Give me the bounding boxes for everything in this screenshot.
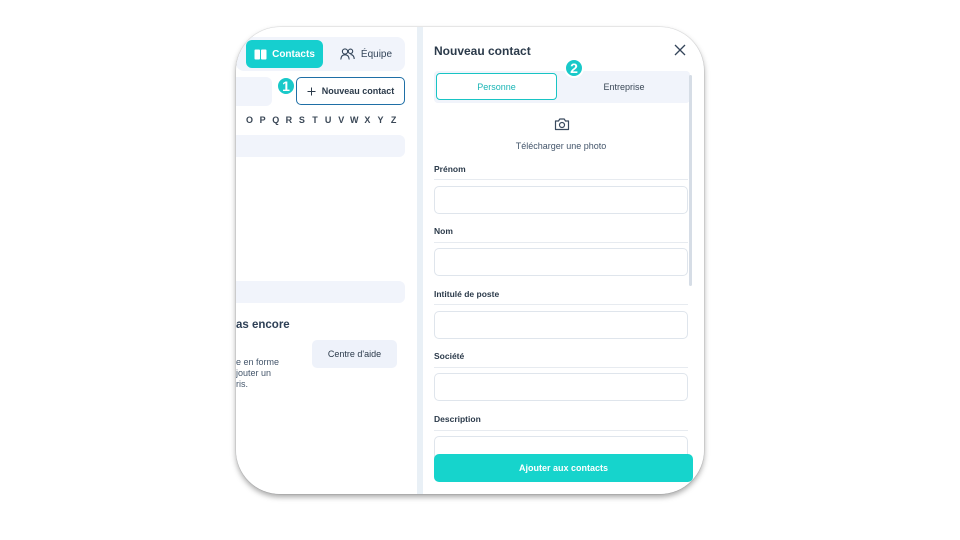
tab-equipe-label: Équipe xyxy=(360,48,393,60)
letter-p[interactable]: P xyxy=(256,115,269,125)
job-title-input[interactable] xyxy=(434,311,688,339)
letter-q[interactable]: Q xyxy=(269,115,282,125)
letter-r[interactable]: R xyxy=(282,115,295,125)
letter-x[interactable]: X xyxy=(361,115,374,125)
new-contact-button[interactable]: Nouveau contact xyxy=(296,77,405,105)
letter-t[interactable]: T xyxy=(308,115,321,125)
letter-u[interactable]: U xyxy=(322,115,335,125)
search-input[interactable] xyxy=(236,77,272,106)
letter-w[interactable]: W xyxy=(348,115,361,125)
scrollbar[interactable] xyxy=(689,75,692,286)
divider xyxy=(434,430,688,431)
segment-personne[interactable]: Personne xyxy=(436,73,557,100)
letter-v[interactable]: V xyxy=(335,115,348,125)
plus-icon xyxy=(307,87,316,95)
step-badge-2: 2 xyxy=(564,58,584,78)
nom-input[interactable] xyxy=(434,248,688,276)
job-title-label: Intitulé de poste xyxy=(434,289,500,299)
modal-title: Nouveau contact xyxy=(434,44,531,58)
segment-entreprise[interactable]: Entreprise xyxy=(562,73,686,100)
empty-state-title: as encore xyxy=(236,319,290,331)
tab-contacts-label: Contacts xyxy=(272,48,315,60)
empty-state-text: e en forme jouter un ris. xyxy=(236,357,280,389)
nom-label: Nom xyxy=(434,226,453,236)
contacts-panel: Contacts Équipe Nouveau contact 1 OPQRST… xyxy=(236,27,417,494)
prenom-label: Prénom xyxy=(434,164,466,174)
letter-o[interactable]: O xyxy=(243,115,256,125)
book-icon xyxy=(254,49,267,59)
empty-state-bar xyxy=(236,281,405,303)
new-contact-label: Nouveau contact xyxy=(321,86,395,96)
step-badge-1: 1 xyxy=(276,76,296,96)
top-tabs: Contacts Équipe xyxy=(236,37,405,71)
tab-contacts[interactable]: Contacts xyxy=(246,40,323,68)
contact-type-switch: Personne Entreprise xyxy=(434,71,690,103)
company-input[interactable] xyxy=(434,373,688,401)
help-center-button[interactable]: Centre d'aide xyxy=(312,340,397,368)
new-contact-modal: Nouveau contact Personne Entreprise 2 Té… xyxy=(423,27,704,494)
prenom-input[interactable] xyxy=(434,186,688,214)
description-label: Description xyxy=(434,414,481,424)
tab-equipe[interactable]: Équipe xyxy=(336,40,396,68)
app-frame: Contacts Équipe Nouveau contact 1 OPQRST… xyxy=(236,27,704,494)
close-icon[interactable] xyxy=(673,43,687,57)
divider xyxy=(434,242,688,243)
alphabet-index: OPQRSTUVWXYZ xyxy=(243,115,400,125)
letter-y[interactable]: Y xyxy=(374,115,387,125)
divider xyxy=(434,367,688,368)
divider xyxy=(434,179,688,180)
list-header-bar xyxy=(236,135,405,157)
upload-photo-link[interactable]: Télécharger une photo xyxy=(423,141,699,151)
team-icon xyxy=(340,48,355,60)
add-to-contacts-button[interactable]: Ajouter aux contacts xyxy=(434,454,693,482)
divider xyxy=(434,304,688,305)
letter-s[interactable]: S xyxy=(295,115,308,125)
letter-z[interactable]: Z xyxy=(387,115,400,125)
camera-icon[interactable] xyxy=(554,117,570,131)
company-label: Société xyxy=(434,351,465,361)
